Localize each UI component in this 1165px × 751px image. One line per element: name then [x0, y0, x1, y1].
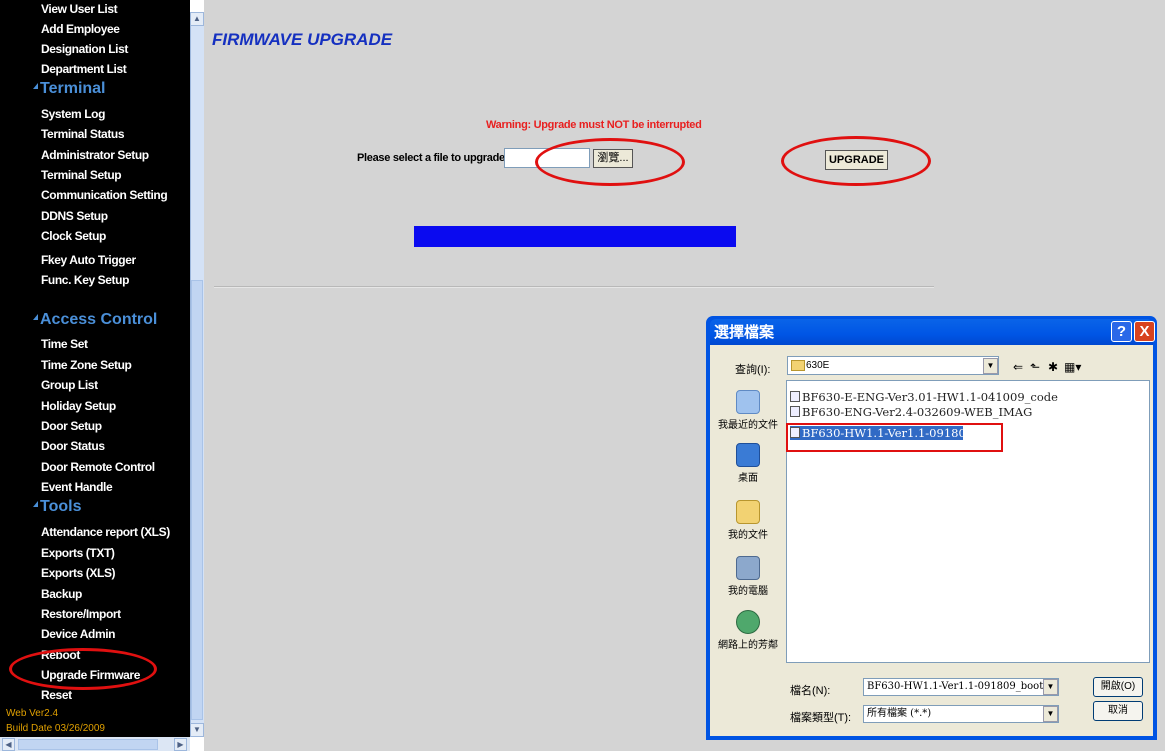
- my-documents-icon: [736, 500, 760, 524]
- look-in-value: 630E: [806, 360, 830, 371]
- file-icon: [790, 391, 800, 402]
- progress-bar: [414, 226, 736, 247]
- filename-label: 檔名(N):: [790, 685, 831, 697]
- highlight-circle: [535, 138, 685, 186]
- scroll-right-icon[interactable]: ▶: [174, 738, 187, 751]
- nav-fkey-auto-trigger[interactable]: Fkey Auto Trigger: [41, 253, 136, 267]
- look-in-label: 查詢(I):: [735, 364, 771, 376]
- filename-input[interactable]: BF630-HW1.1-Ver1.1-091809_boot: [863, 678, 1059, 696]
- nav-department-list[interactable]: Department List: [41, 62, 127, 76]
- nav-attendance-report[interactable]: Attendance report (XLS): [41, 525, 170, 539]
- nav-clock-setup[interactable]: Clock Setup: [41, 229, 106, 243]
- folder-icon: [791, 360, 805, 371]
- network-icon: [736, 610, 760, 634]
- nav-backup[interactable]: Backup: [41, 587, 82, 601]
- my-computer-icon: [736, 556, 760, 580]
- nav-administrator-setup[interactable]: Administrator Setup: [41, 148, 149, 162]
- scrollbar-thumb[interactable]: [191, 280, 203, 720]
- nav-system-log[interactable]: System Log: [41, 107, 105, 121]
- nav-add-employee[interactable]: Add Employee: [41, 22, 120, 36]
- build-date: Build Date 03/26/2009: [6, 723, 105, 734]
- chevron-down-icon[interactable]: ▼: [1043, 706, 1058, 722]
- divider: [214, 286, 934, 288]
- section-expand-icon: [33, 501, 38, 507]
- section-terminal: Terminal: [33, 80, 106, 98]
- scroll-left-icon[interactable]: ◀: [2, 738, 15, 751]
- cancel-button[interactable]: 取消: [1093, 701, 1143, 721]
- nav-view-user-list[interactable]: View User List: [41, 2, 118, 16]
- scrollbar-thumb[interactable]: [18, 739, 158, 750]
- section-access-control: Access Control: [33, 311, 157, 329]
- section-expand-icon: [33, 314, 38, 320]
- warning-text: Warning: Upgrade must NOT be interrupted: [486, 119, 702, 131]
- dialog-title: 選擇檔案: [714, 324, 775, 341]
- close-icon[interactable]: X: [1134, 321, 1155, 342]
- help-icon[interactable]: ?: [1111, 321, 1132, 342]
- nav-terminal-status[interactable]: Terminal Status: [41, 127, 125, 141]
- place-network-label: 網路上的芳鄰: [718, 640, 778, 651]
- nav-communication-setting[interactable]: Communication Setting: [41, 188, 168, 202]
- nav-event-handle[interactable]: Event Handle: [41, 480, 113, 494]
- file-icon: [790, 406, 800, 417]
- open-button[interactable]: 開啟(O): [1093, 677, 1143, 697]
- nav-door-setup[interactable]: Door Setup: [41, 419, 102, 433]
- file-item-label: BF630-ENG-Ver2.4-032609-WEB_IMAG: [802, 405, 1033, 419]
- nav-time-zone-setup[interactable]: Time Zone Setup: [41, 358, 132, 372]
- place-recent-label: 我最近的文件: [718, 420, 778, 431]
- place-desktop-label: 桌面: [738, 473, 758, 484]
- recent-documents-icon: [736, 390, 760, 414]
- section-tools-label: Tools: [40, 498, 82, 515]
- chevron-down-icon[interactable]: ▼: [983, 358, 998, 374]
- nav-door-status[interactable]: Door Status: [41, 439, 105, 453]
- nav-door-remote-control[interactable]: Door Remote Control: [41, 460, 155, 474]
- scroll-down-icon[interactable]: ▼: [190, 723, 204, 737]
- place-recent[interactable]: 我最近的文件: [713, 390, 783, 431]
- nav-time-set[interactable]: Time Set: [41, 337, 88, 351]
- nav-exports-txt[interactable]: Exports (TXT): [41, 546, 115, 560]
- place-documents[interactable]: 我的文件: [713, 500, 783, 541]
- up-folder-icon[interactable]: ⬑: [1030, 360, 1040, 374]
- highlight-box: [786, 423, 1003, 452]
- look-in-select[interactable]: 630E: [787, 356, 999, 375]
- sidebar-nav: View User List Add Employee Designation …: [0, 0, 190, 751]
- filetype-select[interactable]: 所有檔案 (*.*): [863, 705, 1059, 723]
- highlight-circle: [9, 648, 157, 690]
- chevron-down-icon[interactable]: ▼: [1043, 679, 1058, 695]
- nav-ddns-setup[interactable]: DDNS Setup: [41, 209, 108, 223]
- filetype-label: 檔案類型(T):: [790, 712, 852, 724]
- place-computer[interactable]: 我的電腦: [713, 556, 783, 597]
- back-icon[interactable]: ⇐: [1013, 360, 1023, 374]
- scroll-up-icon[interactable]: ▲: [190, 12, 204, 26]
- nav-restore-import[interactable]: Restore/Import: [41, 607, 121, 621]
- nav-func-key-setup[interactable]: Func. Key Setup: [41, 273, 129, 287]
- page-title: FIRMWAVE UPGRADE: [212, 30, 393, 49]
- file-select-label: Please select a file to upgrade :: [357, 152, 511, 164]
- section-terminal-label: Terminal: [40, 80, 106, 97]
- web-version: Web Ver2.4: [6, 708, 59, 719]
- section-expand-icon: [33, 83, 38, 89]
- view-menu-icon[interactable]: ▦▾: [1064, 360, 1081, 374]
- section-tools: Tools: [33, 498, 81, 516]
- file-item[interactable]: BF630-ENG-Ver2.4-032609-WEB_IMAG: [790, 405, 1032, 419]
- nav-terminal-setup[interactable]: Terminal Setup: [41, 168, 122, 182]
- place-desktop[interactable]: 桌面: [713, 443, 783, 484]
- place-network[interactable]: 網路上的芳鄰: [713, 610, 783, 651]
- section-access-label: Access Control: [40, 311, 158, 328]
- nav-holiday-setup[interactable]: Holiday Setup: [41, 399, 116, 413]
- file-item-label: BF630-E-ENG-Ver3.01-HW1.1-041009_code: [802, 390, 1058, 404]
- nav-group-list[interactable]: Group List: [41, 378, 98, 392]
- new-folder-icon[interactable]: ✱: [1048, 360, 1058, 374]
- place-documents-label: 我的文件: [728, 530, 768, 541]
- places-bar: 我最近的文件 桌面 我的文件 我的電腦 網路上的芳鄰: [713, 380, 783, 663]
- desktop-icon: [736, 443, 760, 467]
- file-item[interactable]: BF630-E-ENG-Ver3.01-HW1.1-041009_code: [790, 390, 1058, 404]
- nav-reset[interactable]: Reset: [41, 688, 72, 702]
- dialog-titlebar[interactable]: [710, 319, 1153, 345]
- place-computer-label: 我的電腦: [728, 586, 768, 597]
- nav-designation-list[interactable]: Designation List: [41, 42, 128, 56]
- nav-exports-xls[interactable]: Exports (XLS): [41, 566, 116, 580]
- nav-device-admin[interactable]: Device Admin: [41, 627, 116, 641]
- highlight-circle: [781, 136, 931, 186]
